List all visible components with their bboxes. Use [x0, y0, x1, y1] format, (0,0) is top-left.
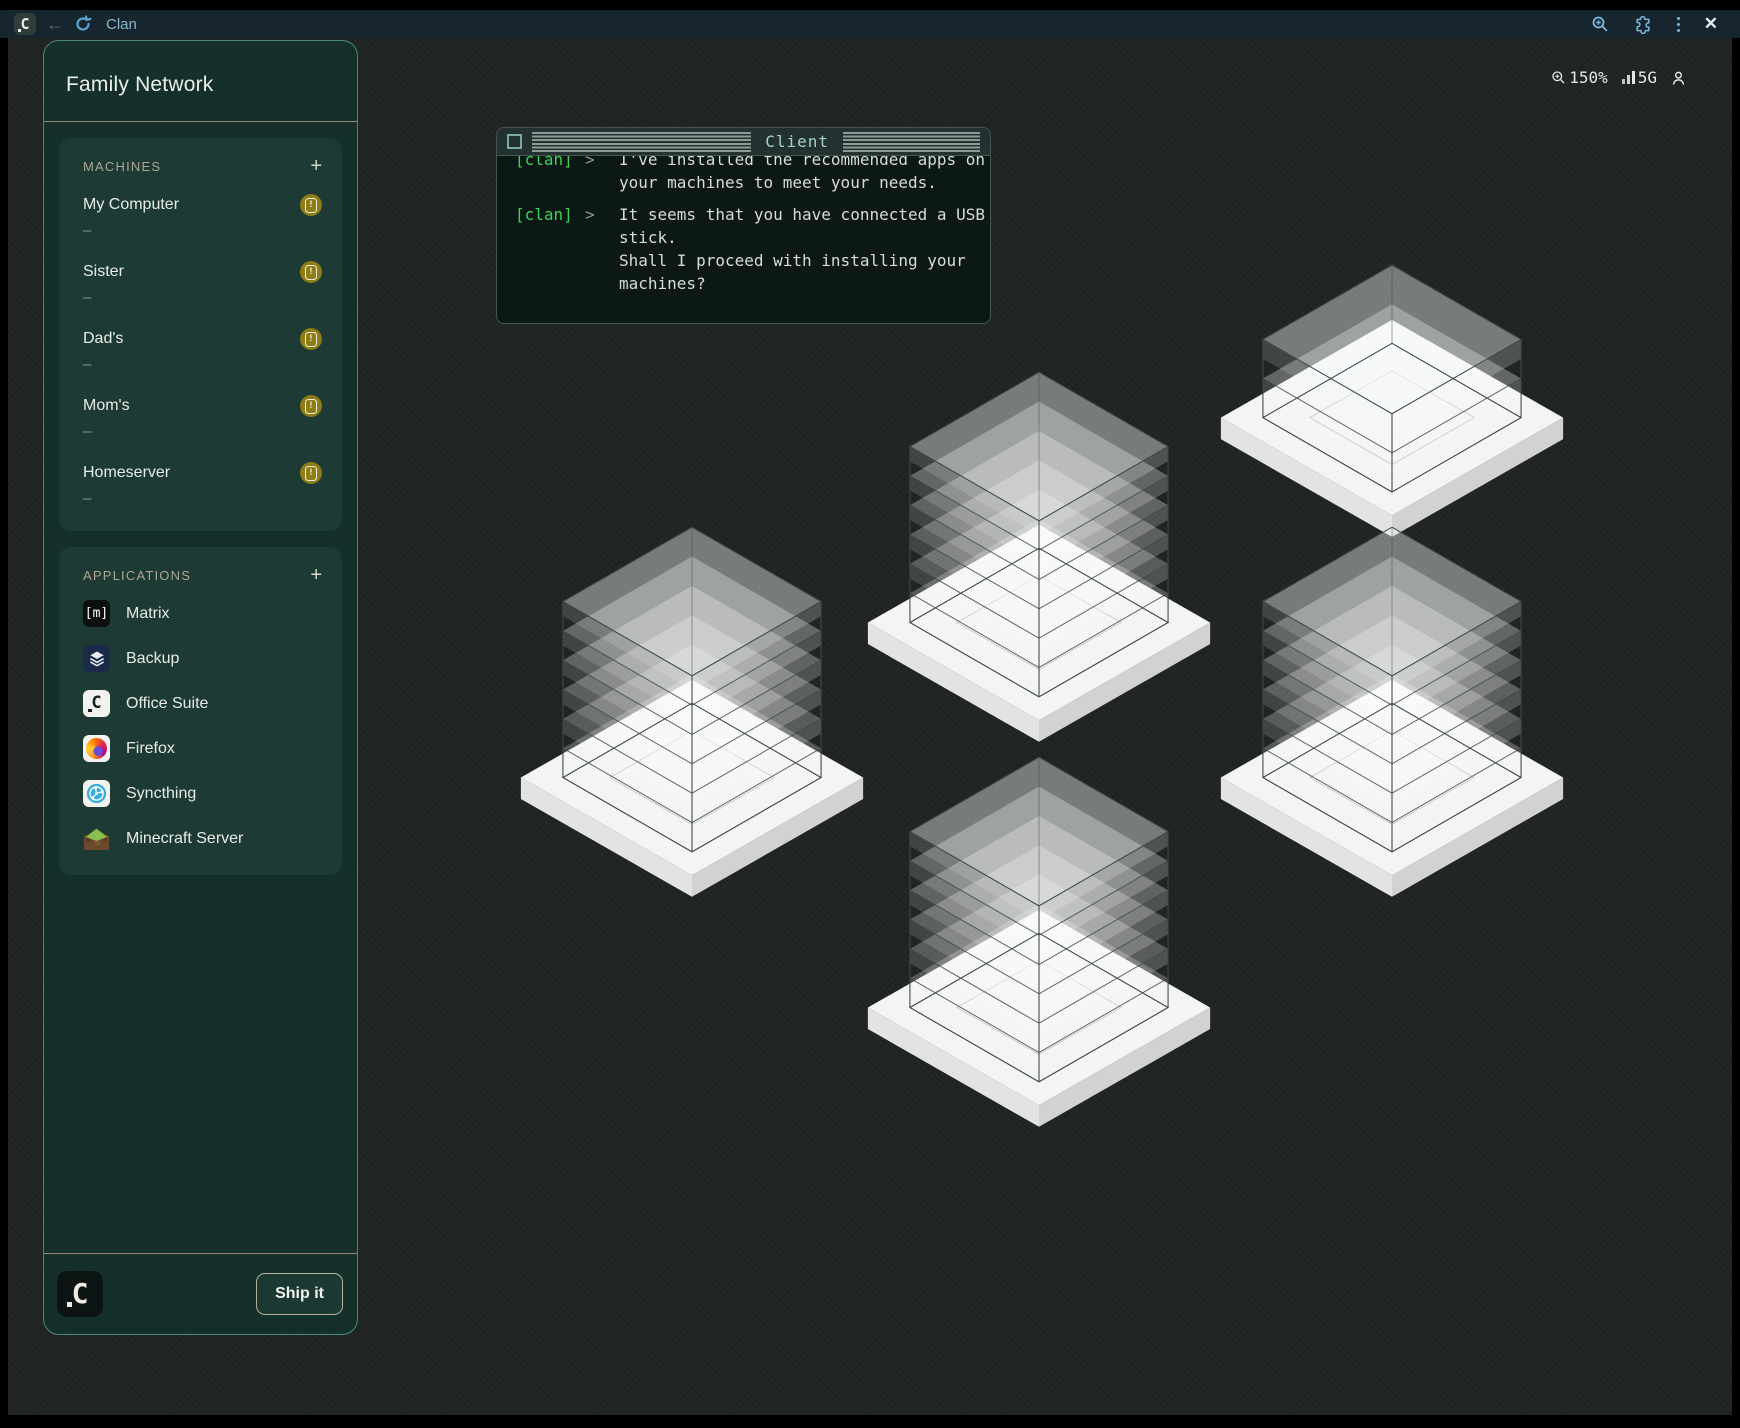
sidebar: Family Network MACHINES + My Computer!–S… — [43, 40, 358, 1335]
sidebar-footer: C Ship it — [44, 1253, 357, 1334]
titlebar-lines-left — [532, 132, 751, 152]
add-application-button[interactable]: + — [310, 565, 322, 585]
applications-header: APPLICATIONS — [83, 568, 191, 583]
machine-item-homeserver[interactable]: Homeserver! – — [83, 450, 322, 517]
machine-name: Sister — [83, 263, 124, 281]
machine-item-my-computer[interactable]: My Computer! – — [83, 182, 322, 249]
window-widget-icon[interactable] — [507, 134, 522, 149]
application-item-matrix[interactable]: [m] Matrix — [83, 591, 322, 636]
terminal-title: Client — [761, 132, 833, 151]
message-prompt: > — [585, 156, 619, 194]
machine-status: – — [83, 289, 322, 306]
signal-bars-icon — [1622, 71, 1635, 84]
application-name: Syncthing — [126, 785, 196, 803]
machine-node-1[interactable] — [1216, 264, 1568, 539]
machine-list: My Computer!–Sister!–Dad's!–Mom's!–Homes… — [83, 182, 322, 517]
client-terminal-window[interactable]: Client [clan]>I've installed the recomme… — [496, 127, 991, 324]
application-name: Minecraft Server — [126, 830, 243, 848]
application-item-syncthing[interactable]: Syncthing — [83, 771, 322, 816]
application-name: Matrix — [126, 605, 170, 623]
message-sender: [clan] — [515, 203, 585, 295]
firefox-icon — [83, 735, 110, 762]
message-text: It seems that you have connected a USB s… — [619, 203, 985, 295]
office-suite-icon: C — [83, 690, 110, 717]
warning-badge-icon: ! — [300, 395, 322, 417]
machine-item-mom-s[interactable]: Mom's! – — [83, 383, 322, 450]
clan-logo-icon: C — [20, 17, 29, 32]
browser-toolbar: C ← Clan ✕ — [0, 10, 1740, 38]
application-name: Backup — [126, 650, 179, 668]
network-title: Family Network — [44, 41, 357, 121]
zoom-icon[interactable] — [1591, 15, 1609, 33]
machine-node-2[interactable] — [863, 371, 1215, 744]
machines-header: MACHINES — [83, 159, 161, 174]
matrix-icon: [m] — [83, 600, 110, 627]
backup-icon — [83, 645, 110, 672]
machine-status: – — [83, 423, 322, 440]
terminal-titlebar[interactable]: Client — [497, 128, 990, 156]
clan-favicon: C — [14, 13, 36, 35]
application-name: Office Suite — [126, 695, 208, 713]
machine-item-sister[interactable]: Sister! – — [83, 249, 322, 316]
message-sender: [clan] — [515, 156, 585, 194]
terminal-body[interactable]: [clan]>I've installed the recommended ap… — [497, 156, 990, 323]
terminal-message: [clan]>It seems that you have connected … — [515, 203, 990, 295]
titlebar-lines-right — [843, 132, 980, 152]
machine-status: – — [83, 222, 322, 239]
application-item-backup[interactable]: Backup — [83, 636, 322, 681]
machines-card: MACHINES + My Computer!–Sister!–Dad's!–M… — [59, 138, 342, 531]
network-indicator: 5G — [1622, 68, 1657, 87]
warning-badge-icon: ! — [300, 194, 322, 216]
magnifier-icon — [1551, 70, 1566, 85]
status-indicators: 150% 5G — [1551, 68, 1686, 87]
screen: { "browser": { "tab_title": "Clan", "fav… — [0, 0, 1740, 1428]
machine-node-5[interactable] — [863, 756, 1215, 1129]
machine-name: My Computer — [83, 196, 179, 214]
machine-item-dad-s[interactable]: Dad's! – — [83, 316, 322, 383]
application-list: [m] Matrix Backup C Office Suite Firefox Synct… — [83, 591, 322, 861]
machine-node-3[interactable] — [516, 526, 868, 899]
message-text: I've installed the recommended apps on y… — [619, 156, 985, 194]
application-item-firefox[interactable]: Firefox — [83, 726, 322, 771]
ship-it-button[interactable]: Ship it — [256, 1273, 343, 1315]
syncthing-icon — [83, 780, 110, 807]
minecraft-icon — [83, 825, 110, 852]
terminal-message: [clan]>I've installed the recommended ap… — [515, 156, 990, 194]
warning-badge-icon: ! — [300, 261, 322, 283]
message-prompt: > — [585, 203, 619, 295]
menu-icon[interactable] — [1677, 17, 1680, 32]
divider — [44, 121, 357, 122]
machine-status: – — [83, 490, 322, 507]
application-item-office-suite[interactable]: C Office Suite — [83, 681, 322, 726]
zoom-level-indicator: 150% — [1551, 68, 1608, 87]
tab-title[interactable]: Clan — [106, 16, 137, 33]
extensions-icon[interactable] — [1633, 14, 1653, 34]
user-icon — [1671, 70, 1686, 86]
back-icon[interactable]: ← — [46, 15, 64, 33]
close-icon[interactable]: ✕ — [1704, 14, 1718, 34]
machine-node-4[interactable] — [1216, 526, 1568, 899]
application-name: Firefox — [126, 740, 175, 758]
clan-logo-icon: C — [57, 1271, 103, 1317]
machine-name: Mom's — [83, 397, 130, 415]
warning-badge-icon: ! — [300, 328, 322, 350]
machine-name: Homeserver — [83, 464, 170, 482]
machine-status: – — [83, 356, 322, 373]
warning-badge-icon: ! — [300, 462, 322, 484]
reload-icon[interactable] — [74, 15, 92, 33]
applications-card: APPLICATIONS + [m] Matrix Backup C Office Su… — [59, 547, 342, 875]
machine-name: Dad's — [83, 330, 123, 348]
application-item-minecraft-server[interactable]: Minecraft Server — [83, 816, 322, 861]
add-machine-button[interactable]: + — [310, 156, 322, 176]
